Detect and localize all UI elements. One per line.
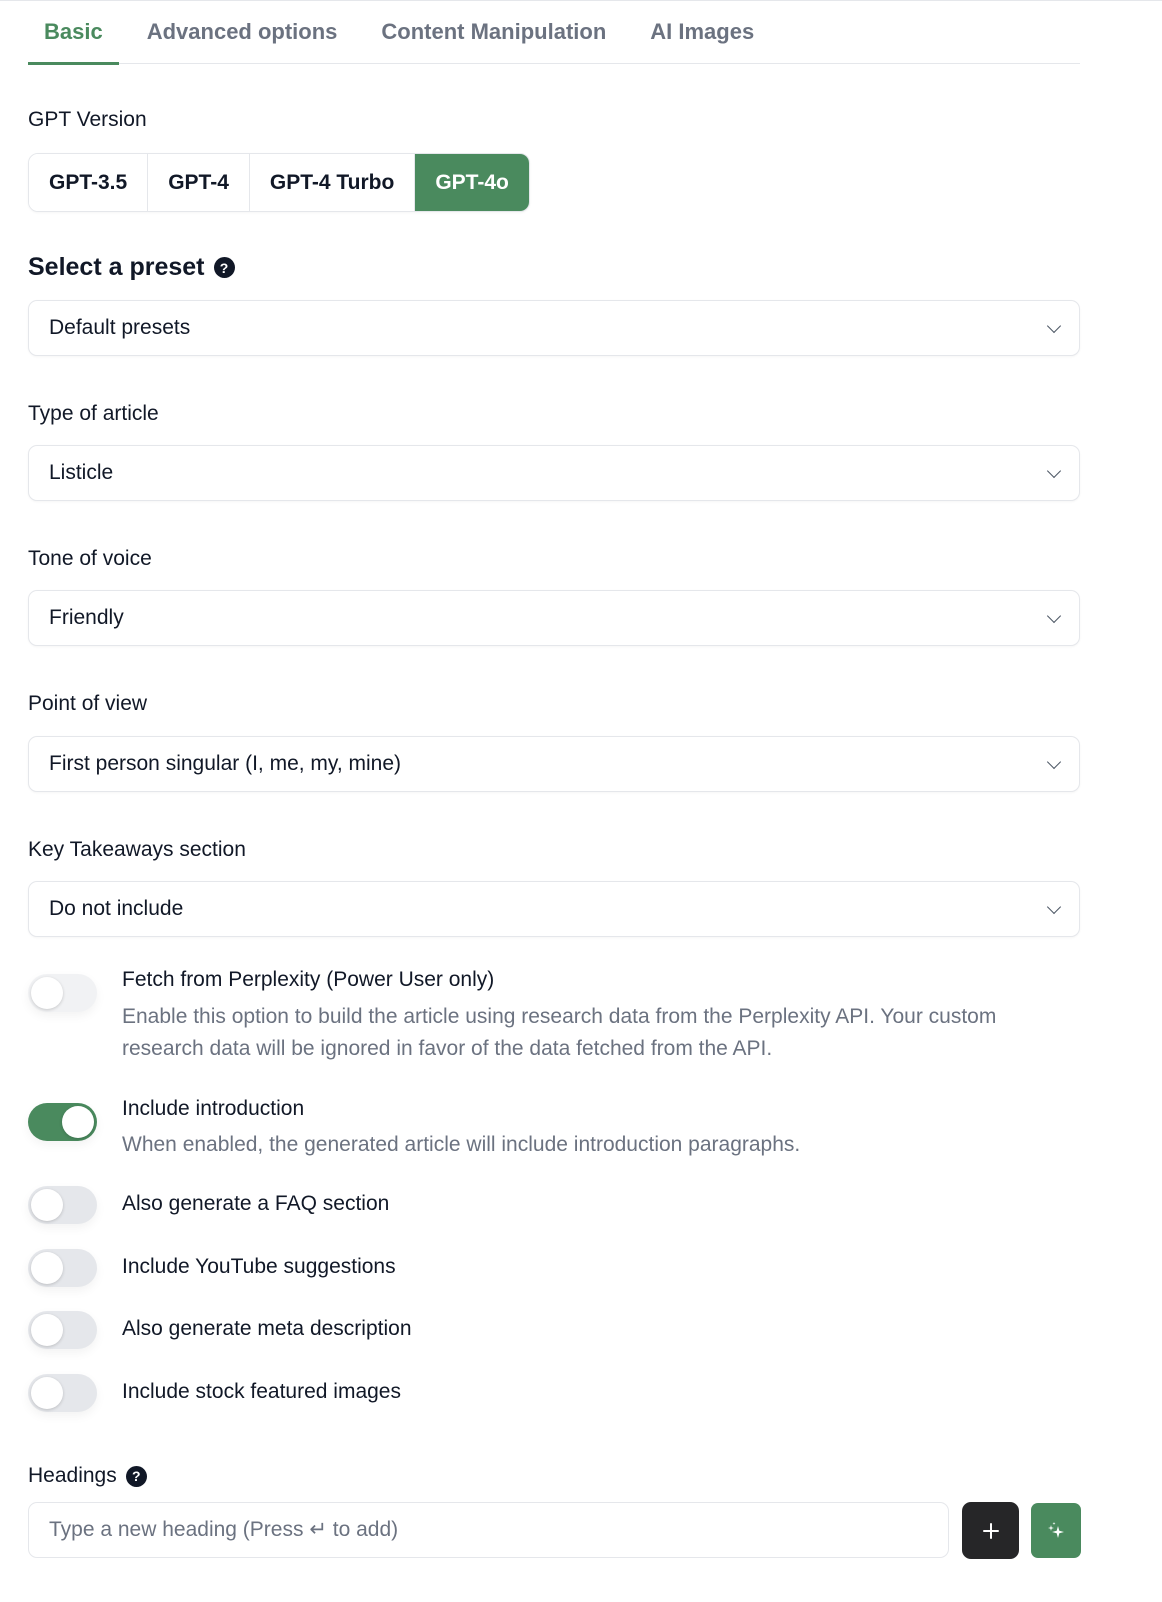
tab-basic[interactable]: Basic [28, 0, 119, 65]
gpt-option-4o[interactable]: GPT-4o [415, 154, 529, 211]
point-of-view-value: First person singular (I, me, my, mine) [49, 752, 402, 775]
preset-label: Select a preset [28, 253, 205, 281]
introduction-title: Include introduction [122, 1097, 305, 1120]
key-takeaways-select[interactable]: Do not include [28, 881, 1080, 937]
tab-advanced-options[interactable]: Advanced options [131, 0, 354, 64]
article-type-select[interactable]: Listicle [28, 445, 1080, 501]
article-type-label: Type of article [28, 402, 159, 425]
tab-bar: Basic Advanced options Content Manipulat… [28, 0, 1080, 65]
toggle-knob [31, 1252, 63, 1284]
chevron-down-icon [1046, 754, 1062, 770]
plus-icon [982, 1522, 999, 1539]
article-type-value: Listicle [49, 461, 114, 484]
faq-toggle[interactable] [28, 1186, 97, 1224]
ai-generate-headings-button[interactable] [1031, 1503, 1081, 1558]
gpt-option-3-5[interactable]: GPT-3.5 [29, 154, 149, 211]
stock-images-toggle[interactable] [28, 1374, 97, 1412]
toggle-knob [31, 1189, 63, 1221]
preset-select-value: Default presets [49, 316, 191, 339]
preset-select[interactable]: Default presets [28, 300, 1080, 356]
sparkles-icon [1048, 1521, 1064, 1538]
point-of-view-select[interactable]: First person singular (I, me, my, mine) [28, 736, 1080, 792]
gpt-option-4[interactable]: GPT-4 [148, 154, 250, 211]
gpt-option-4-turbo[interactable]: GPT-4 Turbo [249, 154, 416, 211]
perplexity-title: Fetch from Perplexity (Power User only) [122, 968, 495, 991]
tone-label: Tone of voice [28, 547, 152, 570]
faq-title: Also generate a FAQ section [122, 1192, 390, 1215]
gpt-version-selector: GPT-3.5 GPT-4 GPT-4 Turbo GPT-4o [28, 153, 530, 212]
toggle-knob [31, 1377, 63, 1409]
toggle-knob [31, 1314, 63, 1346]
key-takeaways-label: Key Takeaways section [28, 838, 246, 861]
tone-value: Friendly [49, 606, 124, 629]
add-heading-button[interactable] [962, 1502, 1019, 1559]
key-takeaways-value: Do not include [49, 897, 184, 920]
question-circle-icon[interactable]: ? [125, 1465, 147, 1487]
headings-label: Headings [28, 1464, 117, 1487]
meta-description-toggle[interactable] [28, 1311, 97, 1349]
heading-input[interactable] [49, 1518, 928, 1542]
point-of-view-label: Point of view [28, 692, 148, 715]
tone-select[interactable]: Friendly [28, 590, 1080, 646]
gpt-version-label: GPT Version [28, 108, 147, 131]
perplexity-description: Enable this option to build the article … [122, 1005, 997, 1060]
youtube-toggle[interactable] [28, 1249, 97, 1287]
chevron-down-icon [1046, 318, 1062, 334]
toggle-knob [62, 1106, 94, 1138]
perplexity-toggle[interactable] [28, 974, 97, 1012]
heading-input-wrapper [28, 1502, 949, 1558]
youtube-title: Include YouTube suggestions [122, 1255, 396, 1278]
tab-content-manipulation[interactable]: Content Manipulation [365, 0, 622, 64]
chevron-down-icon [1046, 608, 1062, 624]
preset-label-row: Select a preset ? [28, 253, 235, 282]
tab-ai-images[interactable]: AI Images [634, 0, 770, 64]
chevron-down-icon [1046, 899, 1062, 915]
headings-label-row: Headings ? [28, 1464, 147, 1488]
stock-images-title: Include stock featured images [122, 1380, 401, 1403]
meta-description-title: Also generate meta description [122, 1317, 412, 1340]
toggle-knob [31, 977, 63, 1009]
introduction-toggle[interactable] [28, 1103, 97, 1141]
chevron-down-icon [1046, 463, 1062, 479]
question-circle-icon[interactable]: ? [213, 257, 235, 278]
introduction-description: When enabled, the generated article will… [122, 1133, 801, 1156]
